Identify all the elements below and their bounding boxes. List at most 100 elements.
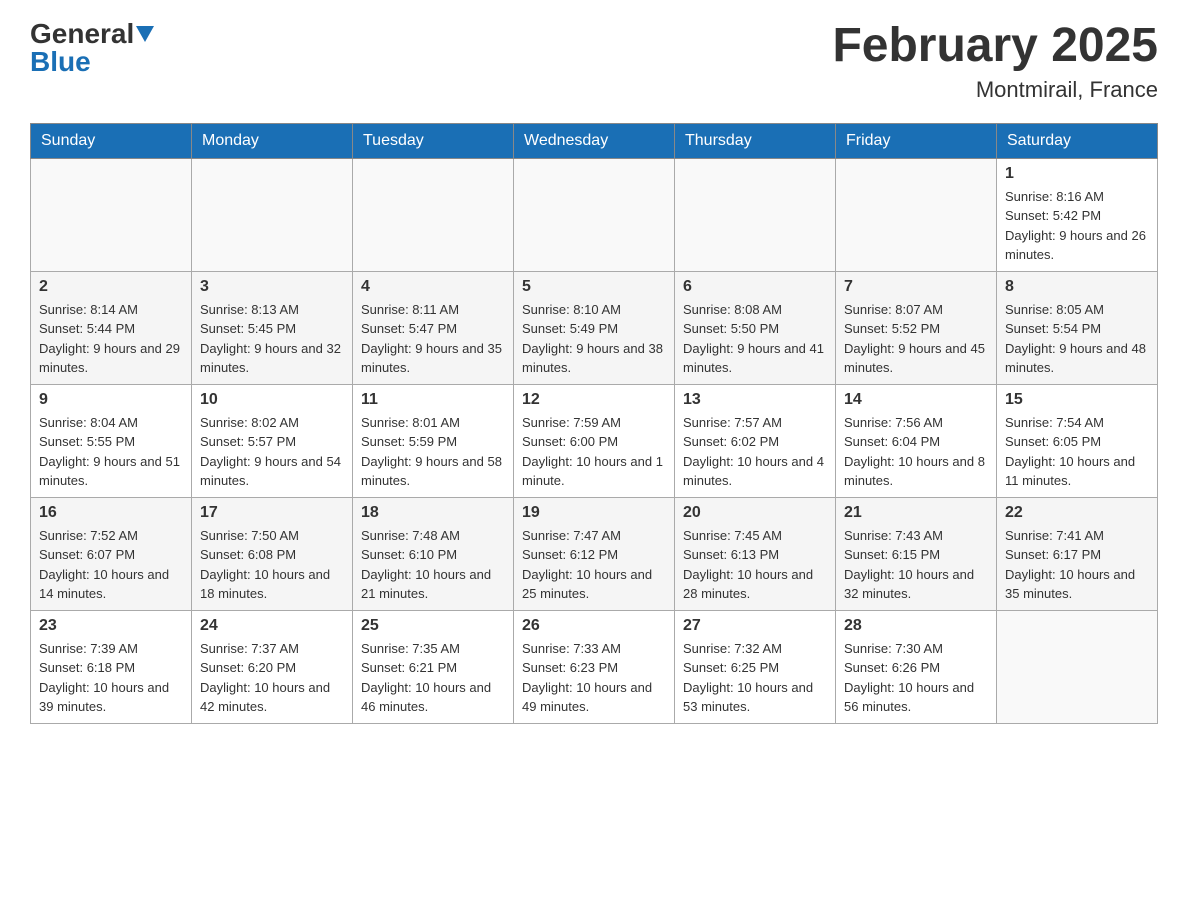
calendar-cell: 7 Sunrise: 8:07 AMSunset: 5:52 PMDaylight… [836,271,997,384]
calendar-cell: 25 Sunrise: 7:35 AMSunset: 6:21 PMDayligh… [353,610,514,723]
day-number: 26 [522,617,666,635]
day-number: 10 [200,391,344,409]
day-info: Sunrise: 7:37 AMSunset: 6:20 PMDaylight:… [200,639,344,717]
weekday-header-row: SundayMondayTuesdayWednesdayThursdayFrid… [31,123,1158,158]
calendar-cell: 9 Sunrise: 8:04 AMSunset: 5:55 PMDaylight… [31,384,192,497]
page-header: General Blue February 2025 Montmirail, F… [30,20,1158,103]
calendar-cell: 4 Sunrise: 8:11 AMSunset: 5:47 PMDaylight… [353,271,514,384]
calendar-week-row: 16 Sunrise: 7:52 AMSunset: 6:07 PMDayligh… [31,497,1158,610]
day-number: 9 [39,391,183,409]
calendar-cell: 13 Sunrise: 7:57 AMSunset: 6:02 PMDayligh… [675,384,836,497]
calendar-cell [192,158,353,271]
month-title: February 2025 [832,20,1158,73]
calendar-cell: 1Sunrise: 8:16 AMSunset: 5:42 PMDaylight… [997,158,1158,271]
calendar-cell: 16 Sunrise: 7:52 AMSunset: 6:07 PMDayligh… [31,497,192,610]
day-number: 7 [844,278,988,296]
day-info: Sunrise: 7:35 AMSunset: 6:21 PMDaylight:… [361,639,505,717]
day-info: Sunrise: 7:52 AMSunset: 6:07 PMDaylight:… [39,526,183,604]
calendar-cell: 20 Sunrise: 7:45 AMSunset: 6:13 PMDayligh… [675,497,836,610]
day-info: Sunrise: 8:07 AMSunset: 5:52 PMDaylight:… [844,300,988,378]
day-info: Sunrise: 7:45 AMSunset: 6:13 PMDaylight:… [683,526,827,604]
day-number: 24 [200,617,344,635]
day-number: 18 [361,504,505,522]
day-info: Sunrise: 8:13 AMSunset: 5:45 PMDaylight:… [200,300,344,378]
day-number: 11 [361,391,505,409]
calendar-cell: 6 Sunrise: 8:08 AMSunset: 5:50 PMDaylight… [675,271,836,384]
day-number: 19 [522,504,666,522]
calendar-cell: 14Sunrise: 7:56 AMSunset: 6:04 PMDayligh… [836,384,997,497]
calendar-cell [836,158,997,271]
weekday-header-saturday: Saturday [997,123,1158,158]
day-info: Sunrise: 7:57 AMSunset: 6:02 PMDaylight:… [683,413,827,491]
calendar-cell: 17 Sunrise: 7:50 AMSunset: 6:08 PMDayligh… [192,497,353,610]
calendar-cell: 2 Sunrise: 8:14 AMSunset: 5:44 PMDaylight… [31,271,192,384]
calendar-cell: 27Sunrise: 7:32 AMSunset: 6:25 PMDayligh… [675,610,836,723]
day-number: 21 [844,504,988,522]
day-info: Sunrise: 8:05 AMSunset: 5:54 PMDaylight:… [1005,300,1149,378]
day-info: Sunrise: 8:08 AMSunset: 5:50 PMDaylight:… [683,300,827,378]
calendar-week-row: 2 Sunrise: 8:14 AMSunset: 5:44 PMDaylight… [31,271,1158,384]
day-info: Sunrise: 7:50 AMSunset: 6:08 PMDaylight:… [200,526,344,604]
day-number: 23 [39,617,183,635]
day-info: Sunrise: 7:39 AMSunset: 6:18 PMDaylight:… [39,639,183,717]
calendar-cell: 11Sunrise: 8:01 AMSunset: 5:59 PMDayligh… [353,384,514,497]
day-info: Sunrise: 8:11 AMSunset: 5:47 PMDaylight:… [361,300,505,378]
calendar-cell: 26Sunrise: 7:33 AMSunset: 6:23 PMDayligh… [514,610,675,723]
day-info: Sunrise: 7:59 AMSunset: 6:00 PMDaylight:… [522,413,666,491]
calendar-cell: 24 Sunrise: 7:37 AMSunset: 6:20 PMDayligh… [192,610,353,723]
day-info: Sunrise: 7:30 AMSunset: 6:26 PMDaylight:… [844,639,988,717]
weekday-header-wednesday: Wednesday [514,123,675,158]
calendar-cell: 18 Sunrise: 7:48 AMSunset: 6:10 PMDayligh… [353,497,514,610]
day-info: Sunrise: 7:54 AMSunset: 6:05 PMDaylight:… [1005,413,1149,491]
day-info: Sunrise: 7:56 AMSunset: 6:04 PMDaylight:… [844,413,988,491]
day-number: 22 [1005,504,1149,522]
calendar-cell: 5 Sunrise: 8:10 AMSunset: 5:49 PMDaylight… [514,271,675,384]
day-number: 27 [683,617,827,635]
day-number: 25 [361,617,505,635]
calendar-cell: 23 Sunrise: 7:39 AMSunset: 6:18 PMDayligh… [31,610,192,723]
logo: General Blue [30,20,154,76]
day-info: Sunrise: 8:02 AMSunset: 5:57 PMDaylight:… [200,413,344,491]
calendar-cell: 21 Sunrise: 7:43 AMSunset: 6:15 PMDayligh… [836,497,997,610]
day-number: 16 [39,504,183,522]
calendar-cell [514,158,675,271]
logo-arrow-icon [136,26,154,42]
calendar-week-row: 1Sunrise: 8:16 AMSunset: 5:42 PMDaylight… [31,158,1158,271]
calendar-cell: 12 Sunrise: 7:59 AMSunset: 6:00 PMDayligh… [514,384,675,497]
day-number: 12 [522,391,666,409]
calendar-cell: 19 Sunrise: 7:47 AMSunset: 6:12 PMDayligh… [514,497,675,610]
day-number: 17 [200,504,344,522]
calendar-week-row: 23 Sunrise: 7:39 AMSunset: 6:18 PMDayligh… [31,610,1158,723]
day-number: 20 [683,504,827,522]
calendar-cell: 8 Sunrise: 8:05 AMSunset: 5:54 PMDaylight… [997,271,1158,384]
day-number: 6 [683,278,827,296]
calendar-table: SundayMondayTuesdayWednesdayThursdayFrid… [30,123,1158,724]
title-block: February 2025 Montmirail, France [832,20,1158,103]
calendar-cell: 15 Sunrise: 7:54 AMSunset: 6:05 PMDayligh… [997,384,1158,497]
weekday-header-sunday: Sunday [31,123,192,158]
weekday-header-thursday: Thursday [675,123,836,158]
calendar-cell [353,158,514,271]
logo-blue: Blue [30,48,91,76]
calendar-cell [997,610,1158,723]
day-number: 2 [39,278,183,296]
calendar-cell: 28Sunrise: 7:30 AMSunset: 6:26 PMDayligh… [836,610,997,723]
day-number: 13 [683,391,827,409]
day-info: Sunrise: 7:47 AMSunset: 6:12 PMDaylight:… [522,526,666,604]
weekday-header-monday: Monday [192,123,353,158]
day-info: Sunrise: 8:04 AMSunset: 5:55 PMDaylight:… [39,413,183,491]
calendar-cell: 22Sunrise: 7:41 AMSunset: 6:17 PMDayligh… [997,497,1158,610]
calendar-cell [675,158,836,271]
day-number: 8 [1005,278,1149,296]
calendar-cell [31,158,192,271]
day-number: 4 [361,278,505,296]
day-info: Sunrise: 7:48 AMSunset: 6:10 PMDaylight:… [361,526,505,604]
day-number: 5 [522,278,666,296]
location-title: Montmirail, France [832,77,1158,103]
day-info: Sunrise: 8:10 AMSunset: 5:49 PMDaylight:… [522,300,666,378]
day-info: Sunrise: 7:43 AMSunset: 6:15 PMDaylight:… [844,526,988,604]
day-number: 3 [200,278,344,296]
day-info: Sunrise: 8:14 AMSunset: 5:44 PMDaylight:… [39,300,183,378]
day-number: 15 [1005,391,1149,409]
weekday-header-tuesday: Tuesday [353,123,514,158]
